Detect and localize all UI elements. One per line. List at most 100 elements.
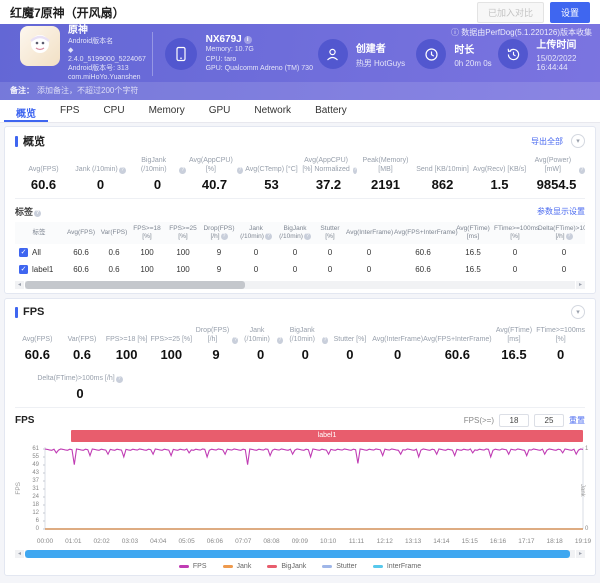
reset-button[interactable]: 重置 <box>569 415 585 426</box>
metric-label: Avg(FTime) [ms] <box>495 327 533 343</box>
device-gpu: GPU: Qualcomm Adreno (TM) 730 <box>205 65 313 72</box>
scroll-right-arrow[interactable]: ▸ <box>576 280 585 289</box>
table-cell: 9 <box>216 247 222 257</box>
metric-value: 37.2 <box>315 177 342 192</box>
label1-band[interactable]: label1 <box>71 430 583 442</box>
legend-swatch <box>267 565 278 568</box>
y-tick-label: 43 <box>32 469 39 476</box>
column-header: Drop(FPS) [/h]? <box>203 225 235 240</box>
app-name: 原神 <box>68 25 88 36</box>
accent-bar <box>15 135 18 147</box>
x-tick-label: 08:08 <box>263 538 280 545</box>
fps-threshold-label: FPS(>=) <box>463 416 494 425</box>
settings-button[interactable]: 设置 <box>549 1 590 23</box>
y-tick-label: 49 <box>32 461 39 468</box>
table-cell: 0 <box>253 264 259 274</box>
note-bar[interactable]: 备注： 添加备注，不超过200个字符 <box>0 82 600 100</box>
x-tick-label: 11:11 <box>348 538 365 545</box>
info-icon[interactable]: ? <box>565 233 573 240</box>
info-icon[interactable]: ? <box>220 233 228 240</box>
legend-item-stutter[interactable]: Stutter <box>322 563 357 570</box>
x-tick-label: 06:06 <box>206 538 224 545</box>
metric-label: Stutter [%] <box>333 335 367 343</box>
x-tick-label: 16:16 <box>489 538 507 545</box>
note-label: 备注： <box>10 86 34 95</box>
metric-value: 1.5 <box>490 177 509 192</box>
y-tick-label: 0 <box>35 525 39 532</box>
legend-swatch <box>372 565 383 568</box>
tab-概览[interactable]: 概览 <box>4 100 48 122</box>
tab-memory[interactable]: Memory <box>137 100 197 122</box>
chart-legend: FPS Jank BigJank Stutter InterFrame <box>15 561 585 571</box>
info-icon[interactable]: ? <box>179 167 186 174</box>
diamond-icon: ◆ <box>68 47 74 54</box>
column-header: Var(FPS) <box>100 229 128 236</box>
column-header: Jank (/10min)? <box>237 222 275 244</box>
x-tick-label: 18:18 <box>546 538 563 545</box>
row-checkbox[interactable]: ✓ <box>19 265 28 274</box>
info-icon[interactable]: ? <box>303 233 311 240</box>
scroll-left-arrow[interactable]: ◂ <box>15 280 24 289</box>
note-placeholder: 添加备注，不超过200个字符 <box>37 86 139 95</box>
info-icon[interactable]: ? <box>118 167 126 174</box>
tab-fps[interactable]: FPS <box>48 100 91 122</box>
row-checkbox[interactable]: ✓ <box>19 248 28 257</box>
collapse-fps-button[interactable]: ▾ <box>571 305 585 319</box>
duration-block: 时长 0h 20m 0s <box>416 39 498 69</box>
fps-section-title: FPS <box>23 306 45 318</box>
device-memory: Memory: 10.7G <box>205 46 254 53</box>
scrollbar-thumb[interactable] <box>25 280 245 289</box>
param-display-settings-link[interactable]: 参数显示设置 <box>537 206 585 217</box>
info-icon[interactable]: ? <box>115 376 123 383</box>
legend-item-jank[interactable]: Jank <box>222 563 251 570</box>
tab-battery[interactable]: Battery <box>303 100 359 122</box>
scrollbar-track[interactable] <box>25 280 575 289</box>
table-cell: 0 <box>292 247 298 257</box>
device-info-icon[interactable]: i <box>243 35 252 44</box>
chart-canvas[interactable] <box>15 444 593 538</box>
info-icon[interactable]: ? <box>264 233 272 240</box>
table-row: ✓ All 60.6 0.6 100 100 9 0 0 0 0 60.6 16.5 0 0 <box>15 244 585 261</box>
metric-value: 2191 <box>371 177 400 192</box>
creator-value: 热男 HotGuys <box>355 58 406 68</box>
y-tick-label: 55 <box>32 453 39 460</box>
divider <box>151 32 153 76</box>
table-cell: 0 <box>366 264 372 274</box>
y-tick-label: 18 <box>32 501 39 508</box>
metric-value: 0 <box>256 347 265 362</box>
metric-value: 40.7 <box>201 177 228 192</box>
fps-threshold-input-1[interactable] <box>499 414 529 427</box>
chart-title: FPS <box>15 415 35 426</box>
metric-label: FTime>=100ms [%] <box>536 327 586 343</box>
compare-button[interactable]: 已加入对比 <box>476 1 544 23</box>
info-icon[interactable]: ? <box>578 167 585 174</box>
legend-item-fps[interactable]: FPS <box>178 563 207 570</box>
fps-chart-plot[interactable]: FPS Jank 0 6 12 18 24 31 37 43 49 55 61 0 1 <box>15 444 588 538</box>
fps-threshold-input-2[interactable] <box>534 414 564 427</box>
legend-item-interframe[interactable]: InterFrame <box>372 563 421 570</box>
x-tick-label: 10:10 <box>320 538 337 545</box>
app-android-version-code: Android版本号: 313 <box>68 65 129 72</box>
tab-network[interactable]: Network <box>242 100 303 122</box>
overview-header: 概览 导出全部 ▾ <box>15 133 585 149</box>
metric-value: 60.6 <box>444 347 471 362</box>
info-icon[interactable]: ? <box>34 210 42 217</box>
metric-label: Send [KB/10min] <box>416 165 469 173</box>
metric-value: 100 <box>115 347 138 362</box>
collapse-overview-button[interactable]: ▾ <box>571 134 585 148</box>
metric-label: Avg(Recv) [KB/s] <box>472 165 527 173</box>
y-tick-label: 24 <box>32 493 39 500</box>
metric: Drop(FPS) [/h]? 9 <box>194 327 239 362</box>
table-cell: 0 <box>253 247 259 257</box>
legend-item-bigjank[interactable]: BigJank <box>267 563 306 570</box>
table-cell: 0 <box>512 264 518 274</box>
metric-value: 9 <box>212 347 220 362</box>
metric-value: 16.5 <box>501 347 527 362</box>
tab-gpu[interactable]: GPU <box>197 100 243 122</box>
row-label-cell: ✓ All <box>15 244 63 261</box>
metric-label: Jank (/10min)? <box>244 327 283 344</box>
export-all-link[interactable]: 导出全部 <box>531 136 563 147</box>
metric-value: 60.6 <box>24 347 50 362</box>
column-header: Delta(FTime)>100ms [/h]? <box>538 225 585 240</box>
tab-cpu[interactable]: CPU <box>91 100 136 122</box>
